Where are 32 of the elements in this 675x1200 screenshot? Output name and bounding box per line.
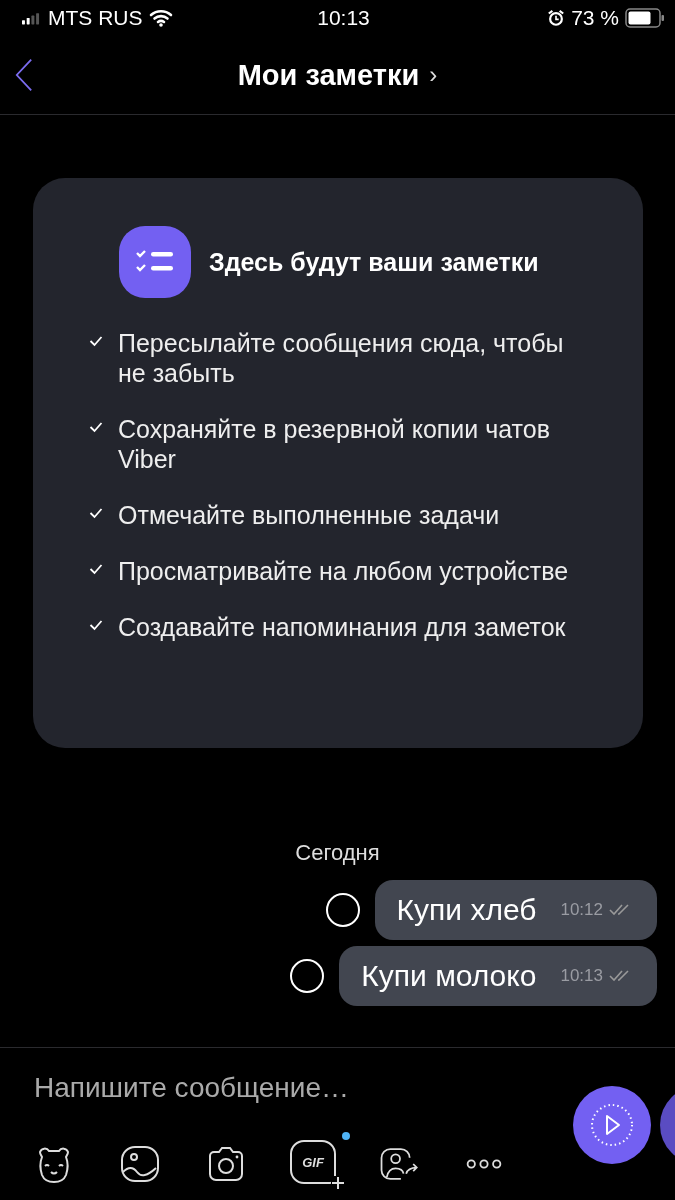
battery-icon: [625, 8, 665, 28]
check-icon: [89, 619, 103, 631]
feature-text: Пересылайте сообщения сюда, чтобы не забыть: [118, 328, 565, 388]
checklist-icon: [119, 226, 191, 298]
wifi-icon: [148, 9, 173, 27]
message-text: Купи молоко: [361, 959, 537, 993]
message-field[interactable]: Напишите сообщение…: [22, 1068, 546, 1108]
play-icon: [590, 1103, 634, 1147]
back-icon[interactable]: [13, 57, 35, 93]
chat-title[interactable]: Мои заметки: [237, 58, 420, 92]
message-time: 10:12: [560, 900, 603, 920]
date-label: Сегодня: [294, 840, 381, 866]
select-circle[interactable]: [290, 959, 325, 993]
feature-text: Сохраняйте в резервной копии чатов Viber: [118, 414, 551, 474]
battery-percent: 73 %: [571, 6, 619, 30]
message-text: Купи хлеб: [396, 893, 537, 927]
feature-text: Создавайте напоминания для заметок: [118, 612, 566, 642]
message-bubble[interactable]: Купи молоко 10:13: [339, 946, 657, 1006]
feature-text: Отмечайте выполненные задачи: [118, 500, 500, 530]
card-title: Здесь будут ваши заметки: [209, 247, 539, 277]
feature-text: Просматривайте на любом устройстве: [118, 556, 569, 586]
chevron-icon[interactable]: ›: [429, 61, 438, 89]
carrier-name: MTS RUS: [48, 6, 143, 30]
check-icon: [89, 507, 103, 519]
message-bubble[interactable]: Купи хлеб 10:12: [374, 880, 657, 940]
select-circle[interactable]: [325, 893, 360, 927]
check-icon: [89, 563, 103, 575]
alarm-icon: [547, 9, 566, 27]
message-time: 10:13: [560, 966, 603, 986]
check-icon: [89, 421, 103, 433]
check-icon: [89, 335, 103, 347]
status-time: 10:13: [317, 6, 370, 30]
